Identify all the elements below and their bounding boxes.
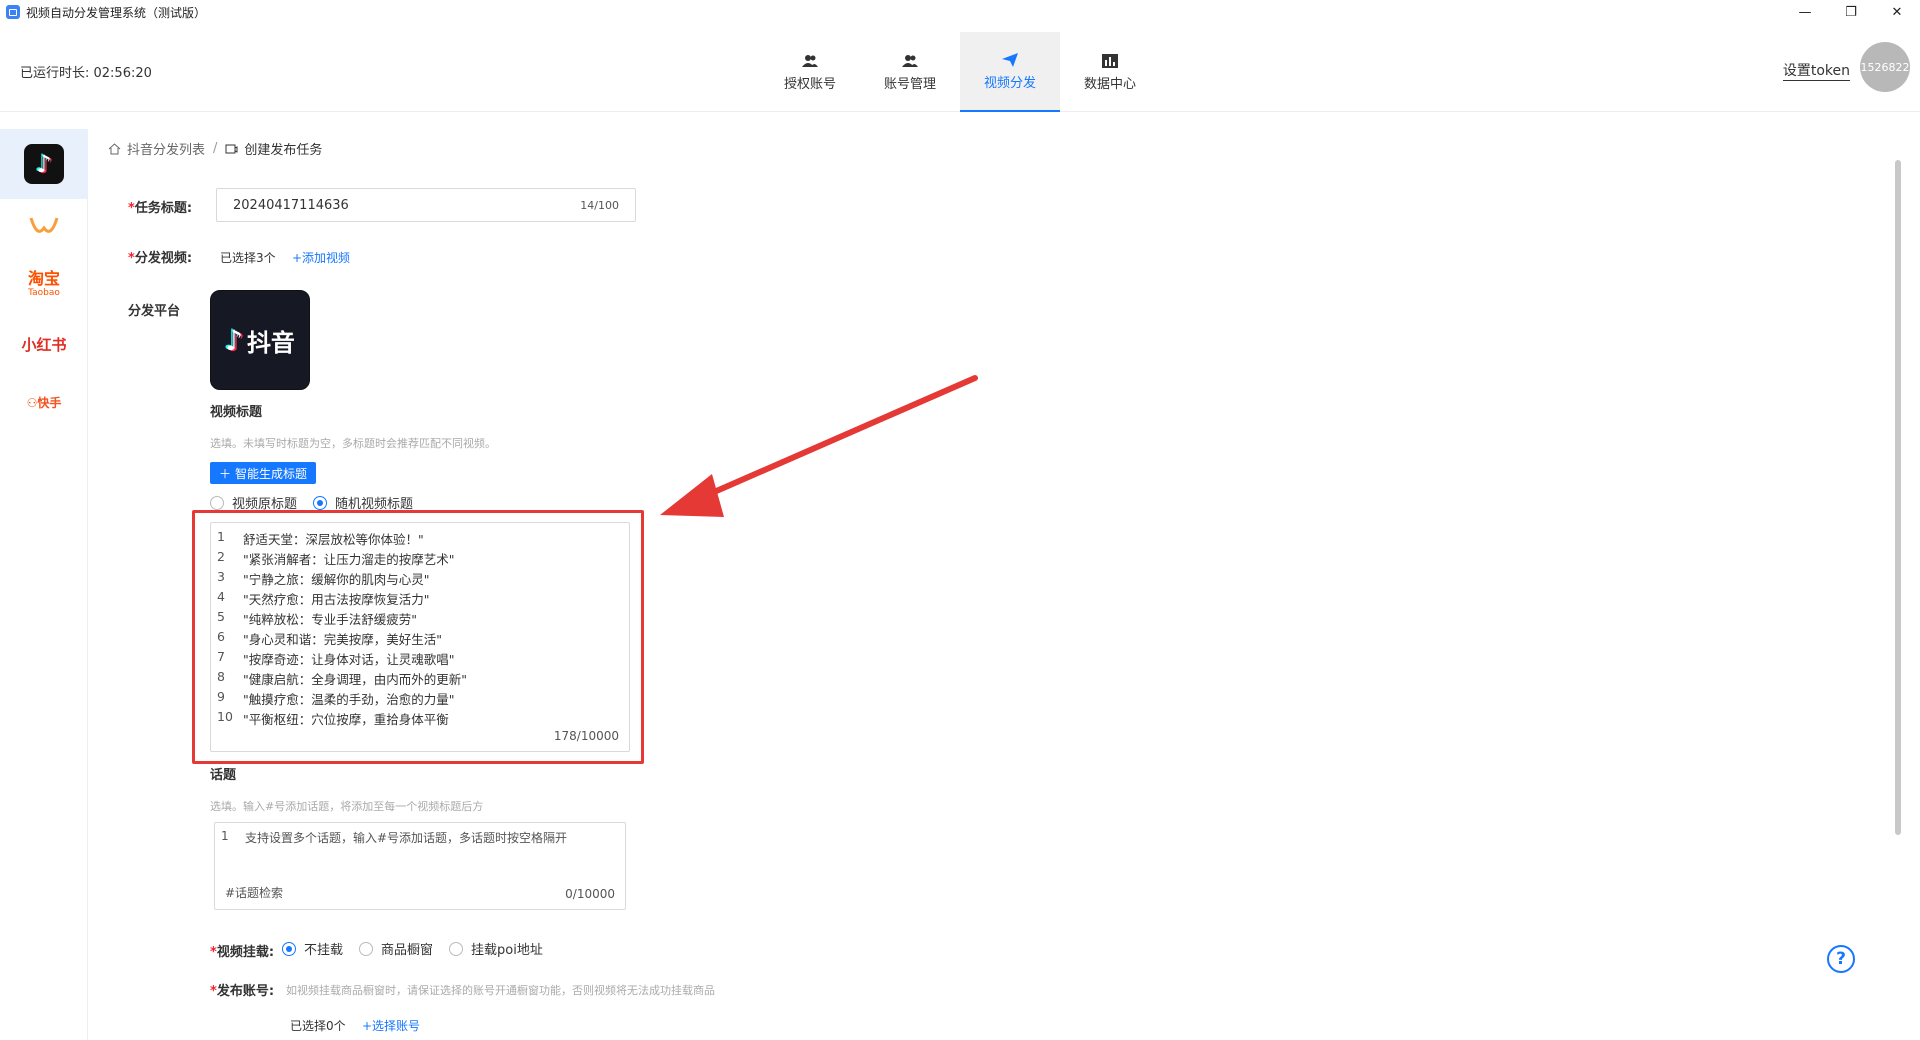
breadcrumb: 抖音分发列表 / 创建发布任务	[108, 139, 322, 158]
task-icon	[225, 144, 238, 153]
video-selected-count: 已选择3个	[220, 251, 276, 265]
uptime-text: 已运行时长: 02:56:20	[20, 66, 152, 81]
window-title: 视频自动分发管理系统（测试版）	[26, 5, 207, 20]
video-label: *分发视频:	[128, 251, 193, 266]
video-title-hint: 选填。未填写时标题为空，多标题时会推荐匹配不同视频。	[210, 437, 496, 450]
breadcrumb-separator: /	[213, 141, 218, 156]
topic-section: 话题	[210, 768, 237, 783]
taobao-logo: 淘宝 Taobao	[27, 269, 60, 299]
select-account-link[interactable]: +选择账号	[362, 1017, 420, 1034]
app-icon	[6, 5, 20, 19]
douyin-platform-logo[interactable]: ♪ 抖音	[210, 290, 310, 390]
channels-icon	[29, 217, 59, 233]
task-title-label: *任务标题:	[128, 201, 193, 216]
minimize-button[interactable]: —	[1782, 0, 1828, 24]
help-icon[interactable]: ?	[1827, 945, 1855, 973]
window-controls: — ❐ ✕	[1782, 0, 1920, 24]
radio-checked-icon	[282, 941, 296, 956]
home-icon	[108, 142, 121, 154]
tab-label: 视频分发	[983, 75, 1036, 91]
account-label: *发布账号:	[210, 984, 275, 999]
avatar[interactable]: 1526822	[1860, 42, 1910, 92]
topic-count: 0/10000	[565, 887, 615, 901]
users-icon	[801, 53, 819, 69]
platform-sidebar: ♪ 淘宝 Taobao 小红书 ⚇快手	[0, 129, 88, 1040]
generate-title-button[interactable]: ＋智能生成标题	[210, 462, 316, 484]
radio-poi[interactable]: 挂载poi地址	[449, 939, 543, 958]
task-title-count: 14/100	[580, 198, 619, 212]
topic-hint: 选填。输入#号添加话题，将添加至每一个视频标题后方	[210, 800, 484, 813]
kuaishou-logo: ⚇快手	[26, 395, 62, 410]
radio-icon	[359, 941, 374, 956]
xiaohongshu-logo: 小红书	[21, 335, 67, 354]
set-token-link[interactable]: 设置token	[1782, 60, 1850, 81]
radio-icon	[210, 495, 224, 510]
tab-data-center[interactable]: 数据中心	[1060, 32, 1160, 112]
tab-video-distribution[interactable]: 视频分发	[960, 32, 1060, 112]
tiktok-icon: ♪	[225, 323, 243, 357]
radio-icon	[449, 941, 464, 956]
main-content: 抖音分发列表 / 创建发布任务 *任务标题: 20240417114636 14…	[88, 112, 1901, 1040]
add-video-link[interactable]: +添加视频	[292, 249, 350, 266]
tab-account-manage[interactable]: 账号管理	[860, 32, 960, 112]
chart-icon	[1101, 53, 1119, 69]
platform-label: 分发平台	[128, 304, 181, 319]
sidebar-item-kuaishou[interactable]: ⚇快手	[0, 373, 88, 431]
sidebar-item-channels[interactable]	[0, 199, 88, 257]
radio-checked-icon	[313, 495, 328, 510]
window-titlebar: 视频自动分发管理系统（测试版） — ❐ ✕	[0, 0, 1920, 24]
plus-icon: ＋	[218, 466, 231, 481]
send-icon	[1001, 52, 1019, 68]
user-manage-icon	[901, 53, 919, 69]
radio-product-window[interactable]: 商品橱窗	[359, 939, 433, 958]
topic-placeholder: 1 支持设置多个话题，输入#号添加话题，多话题时按空格隔开	[221, 829, 568, 845]
mount-radio-group: 不挂载 商品橱窗 挂载poi地址	[282, 939, 559, 958]
tab-label: 数据中心	[1083, 76, 1136, 92]
account-selected-count: 已选择0个	[290, 1019, 346, 1033]
top-nav: 授权账号 账号管理 视频分发 数据中心	[760, 32, 1160, 112]
sidebar-item-taobao[interactable]: 淘宝 Taobao	[0, 257, 88, 315]
breadcrumb-home[interactable]: 抖音分发列表	[127, 139, 205, 158]
app-header: 已运行时长: 02:56:20 授权账号 账号管理 视频分发 数据中心 设置to…	[0, 24, 1920, 112]
restore-button[interactable]: ❐	[1828, 0, 1874, 24]
radio-no-mount[interactable]: 不挂载	[282, 939, 343, 958]
scrollbar[interactable]	[1895, 160, 1901, 835]
mount-label: *视频挂载:	[210, 945, 275, 960]
topic-textarea[interactable]: 1 支持设置多个话题，输入#号添加话题，多话题时按空格隔开 #话题检索 0/100…	[214, 822, 626, 910]
task-title-input[interactable]: 20240417114636 14/100	[216, 188, 636, 222]
tab-authorized-accounts[interactable]: 授权账号	[760, 32, 860, 112]
highlight-box	[192, 510, 644, 764]
tiktok-icon: ♪	[24, 144, 64, 184]
tab-label: 授权账号	[783, 76, 836, 92]
tab-label: 账号管理	[883, 76, 936, 92]
topic-search-link[interactable]: #话题检索	[225, 884, 283, 901]
sidebar-item-douyin[interactable]: ♪	[0, 129, 88, 199]
close-button[interactable]: ✕	[1874, 0, 1920, 24]
breadcrumb-current: 创建发布任务	[244, 143, 323, 158]
video-title-section: 视频标题	[210, 405, 263, 420]
sidebar-item-xiaohongshu[interactable]: 小红书	[0, 315, 88, 373]
account-hint: 如视频挂载商品橱窗时，请保证选择的账号开通橱窗功能，否则视频将无法成功挂载商品	[286, 984, 715, 997]
